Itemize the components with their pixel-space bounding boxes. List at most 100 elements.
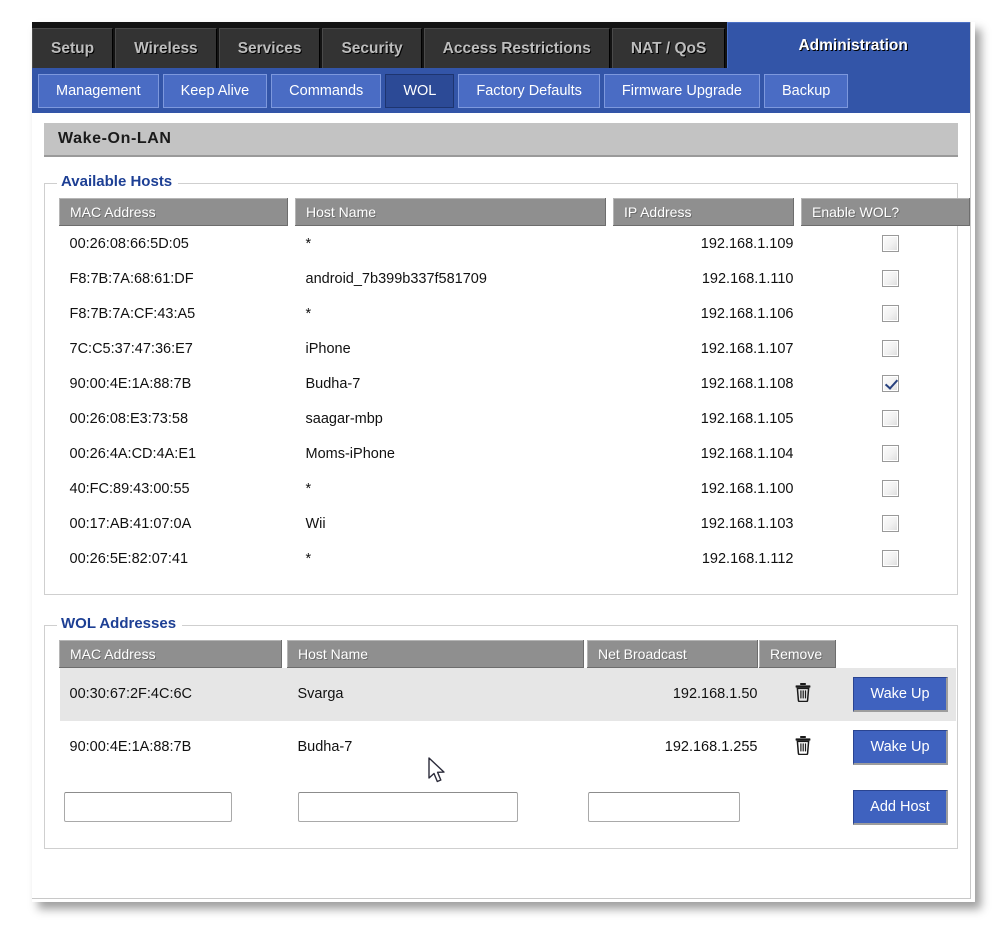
page-title: Wake-On-LAN [44, 123, 958, 157]
column-header-host-name: Host Name [288, 641, 584, 668]
host-mac-address: 00:26:08:E3:73:58 [60, 401, 288, 436]
primary-tab-wireless[interactable]: Wireless [115, 28, 217, 68]
new-broadcast-cell [588, 774, 758, 834]
enable-wol-checkbox[interactable] [882, 340, 899, 357]
cell-gap [794, 296, 802, 331]
enable-wol-checkbox[interactable] [882, 445, 899, 462]
remove-cell [760, 721, 836, 774]
cell-gap [794, 226, 802, 262]
primary-tab-setup[interactable]: Setup [32, 28, 113, 68]
add-host-spacer [760, 774, 836, 834]
wake-up-cell: Wake Up [836, 721, 956, 774]
enable-wol-cell [802, 261, 970, 296]
cell-gap [794, 331, 802, 366]
wol-addresses-body: 00:30:67:2F:4C:6CSvarga192.168.1.50Wake … [60, 668, 956, 834]
enable-wol-checkbox[interactable] [882, 550, 899, 567]
available-hosts-table: MAC Address Host Name IP Address Enable … [59, 198, 970, 576]
enable-wol-cell [802, 541, 970, 576]
primary-tab-access-restrictions[interactable]: Access Restrictions [424, 28, 610, 68]
cell-gap [606, 331, 614, 366]
column-header-host-name: Host Name [296, 199, 606, 226]
host-ip-address: 192.168.1.104 [614, 436, 794, 471]
secondary-tab-keep-alive[interactable]: Keep Alive [163, 74, 268, 108]
enable-wol-cell [802, 226, 970, 262]
secondary-tab-factory-defaults[interactable]: Factory Defaults [458, 74, 600, 108]
primary-tab-security[interactable]: Security [322, 28, 421, 68]
wol-host-name: Budha-7 [288, 721, 584, 774]
host-mac-address: F8:7B:7A:CF:43:A5 [60, 296, 288, 331]
cell-gap [288, 401, 296, 436]
column-header-mac-address: MAC Address [60, 641, 282, 668]
enable-wol-cell [802, 506, 970, 541]
new-mac-address-input[interactable] [64, 792, 232, 822]
cell-gap [606, 261, 614, 296]
host-ip-address: 192.168.1.110 [614, 261, 794, 296]
host-mac-address: F8:7B:7A:68:61:DF [60, 261, 288, 296]
available-hosts-header-row: MAC Address Host Name IP Address Enable … [60, 199, 970, 226]
new-host-name-input[interactable] [298, 792, 518, 822]
enable-wol-checkbox[interactable] [882, 270, 899, 287]
trash-icon[interactable] [794, 735, 812, 755]
remove-cell [760, 668, 836, 721]
wake-up-button[interactable]: Wake Up [853, 730, 947, 765]
enable-wol-checkbox[interactable] [882, 235, 899, 252]
cell-gap [288, 506, 296, 541]
host-name: * [296, 471, 606, 506]
header-gap [794, 199, 802, 226]
host-mac-address: 00:26:5E:82:07:41 [60, 541, 288, 576]
column-header-ip-address: IP Address [614, 199, 794, 226]
secondary-tab-backup[interactable]: Backup [764, 74, 848, 108]
wol-net-broadcast: 192.168.1.50 [588, 668, 758, 721]
cell-gap [606, 296, 614, 331]
cell-gap [794, 366, 802, 401]
host-mac-address: 00:17:AB:41:07:0A [60, 506, 288, 541]
host-ip-address: 192.168.1.112 [614, 541, 794, 576]
trash-icon-glyph [794, 682, 812, 702]
host-mac-address: 7C:C5:37:47:36:E7 [60, 331, 288, 366]
host-ip-address: 192.168.1.103 [614, 506, 794, 541]
wol-mac-address: 90:00:4E:1A:88:7B [60, 721, 282, 774]
cell-gap [288, 366, 296, 401]
available-host-row: 40:FC:89:43:00:55*192.168.1.100 [60, 471, 970, 506]
trash-icon[interactable] [794, 682, 812, 702]
enable-wol-checkbox[interactable] [882, 480, 899, 497]
cell-gap [794, 471, 802, 506]
secondary-tab-wol[interactable]: WOL [385, 74, 454, 108]
cell-gap [794, 401, 802, 436]
host-ip-address: 192.168.1.109 [614, 226, 794, 262]
available-host-row: 00:26:08:66:5D:05*192.168.1.109 [60, 226, 970, 262]
host-name: * [296, 226, 606, 262]
host-name: iPhone [296, 331, 606, 366]
header-action-spacer [836, 641, 956, 668]
secondary-tab-firmware-upgrade[interactable]: Firmware Upgrade [604, 74, 760, 108]
available-host-row: 00:26:5E:82:07:41*192.168.1.112 [60, 541, 970, 576]
cell-gap [606, 226, 614, 262]
enable-wol-cell [802, 331, 970, 366]
enable-wol-checkbox[interactable] [882, 410, 899, 427]
new-net-broadcast-input[interactable] [588, 792, 740, 822]
host-ip-address: 192.168.1.105 [614, 401, 794, 436]
secondary-tab-commands[interactable]: Commands [271, 74, 381, 108]
primary-tab-administration[interactable]: Administration [727, 22, 970, 68]
add-host-button[interactable]: Add Host [853, 790, 948, 825]
cell-gap [606, 541, 614, 576]
enable-wol-checkbox[interactable] [882, 515, 899, 532]
host-name: Moms-iPhone [296, 436, 606, 471]
secondary-tab-bar: ManagementKeep AliveCommandsWOLFactory D… [32, 68, 970, 113]
cell-gap [288, 296, 296, 331]
primary-tab-nat-qos[interactable]: NAT / QoS [612, 28, 726, 68]
cell-gap [794, 541, 802, 576]
enable-wol-checkbox[interactable] [882, 305, 899, 322]
enable-wol-cell [802, 366, 970, 401]
cell-gap [606, 436, 614, 471]
available-host-row: 90:00:4E:1A:88:7BBudha-7192.168.1.108 [60, 366, 970, 401]
secondary-tab-management[interactable]: Management [38, 74, 159, 108]
primary-tab-services[interactable]: Services [219, 28, 321, 68]
cell-gap [606, 471, 614, 506]
wake-up-button[interactable]: Wake Up [853, 677, 947, 712]
cell-gap [288, 261, 296, 296]
column-header-mac-address: MAC Address [60, 199, 288, 226]
wol-net-broadcast: 192.168.1.255 [588, 721, 758, 774]
enable-wol-cell [802, 401, 970, 436]
enable-wol-checkbox[interactable] [882, 375, 899, 392]
